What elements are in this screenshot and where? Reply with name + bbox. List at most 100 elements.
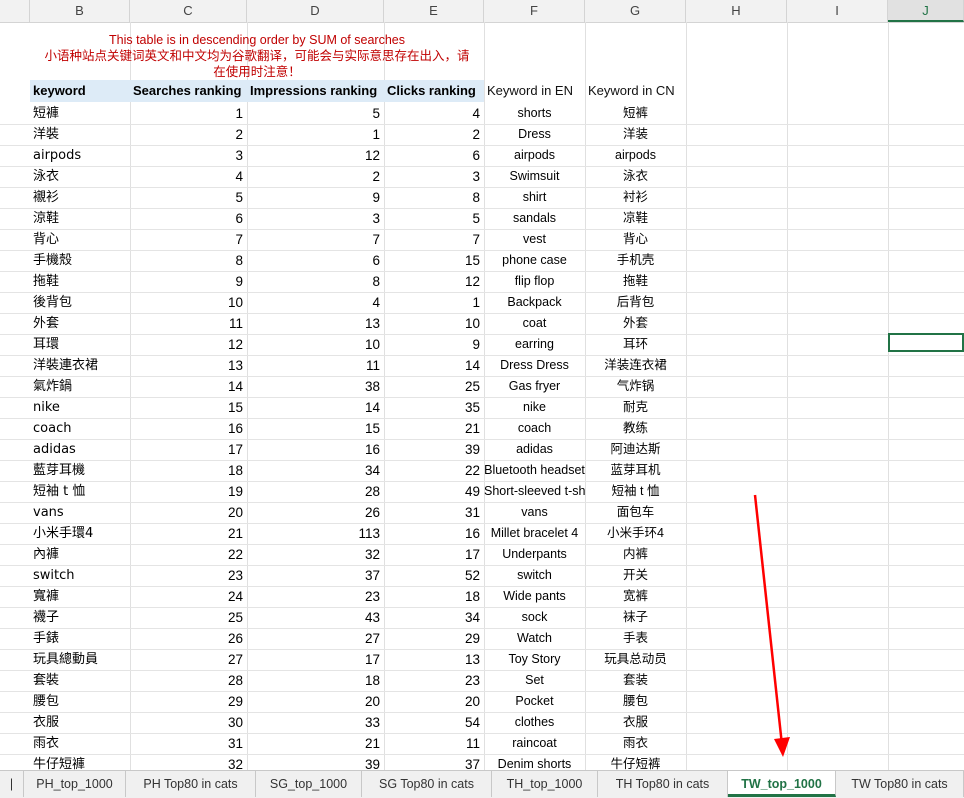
impressions-cell[interactable]: 15 (247, 418, 384, 439)
keyword-cn-cell[interactable]: 洋装 (585, 124, 686, 145)
searches-cell[interactable]: 9 (130, 271, 247, 292)
spreadsheet-grid[interactable]: B C D E F G H I J This table is in desce… (0, 0, 964, 770)
keyword-en-cell[interactable]: switch (484, 565, 585, 586)
keyword-cn-cell[interactable]: 短裤 (585, 103, 686, 124)
keyword-cell[interactable]: 拖鞋 (30, 271, 130, 292)
clicks-cell[interactable]: 29 (384, 628, 484, 649)
impressions-cell[interactable]: 1 (247, 124, 384, 145)
clicks-cell[interactable]: 21 (384, 418, 484, 439)
sheet-tab-ph-top-1000[interactable]: PH_top_1000 (24, 771, 126, 797)
keyword-cell[interactable]: 腰包 (30, 691, 130, 712)
tab-scroll-handle[interactable]: | (0, 771, 24, 797)
column-header-d[interactable]: D (247, 0, 384, 22)
searches-cell[interactable]: 32 (130, 754, 247, 770)
searches-cell[interactable]: 7 (130, 229, 247, 250)
impressions-cell[interactable]: 16 (247, 439, 384, 460)
searches-cell[interactable]: 16 (130, 418, 247, 439)
keyword-cell[interactable]: 背心 (30, 229, 130, 250)
keyword-cell[interactable]: 玩具總動員 (30, 649, 130, 670)
keyword-cell[interactable]: 套裝 (30, 670, 130, 691)
clicks-cell[interactable]: 35 (384, 397, 484, 418)
impressions-cell[interactable]: 38 (247, 376, 384, 397)
keyword-cn-cell[interactable]: 宽裤 (585, 586, 686, 607)
keyword-cn-cell[interactable]: 蓝芽耳机 (585, 460, 686, 481)
keyword-en-cell[interactable]: coach (484, 418, 585, 439)
keyword-cell[interactable]: 雨衣 (30, 733, 130, 754)
keyword-en-cell[interactable]: Millet bracelet 4 (484, 523, 585, 544)
sheet-tab-tw-top-1000[interactable]: TW_top_1000 (728, 771, 836, 797)
keyword-cell[interactable]: airpods (30, 145, 130, 166)
sheet-tab-th-top-1000[interactable]: TH_top_1000 (492, 771, 598, 797)
keyword-cell[interactable]: 泳衣 (30, 166, 130, 187)
keyword-en-cell[interactable]: Toy Story (484, 649, 585, 670)
clicks-cell[interactable]: 52 (384, 565, 484, 586)
searches-cell[interactable]: 6 (130, 208, 247, 229)
keyword-en-cell[interactable]: Dress (484, 124, 585, 145)
impressions-cell[interactable]: 33 (247, 712, 384, 733)
keyword-en-cell[interactable]: Watch (484, 628, 585, 649)
impressions-cell[interactable]: 2 (247, 166, 384, 187)
sheet-tab-th-top80[interactable]: TH Top80 in cats (598, 771, 728, 797)
keyword-cn-cell[interactable]: 耳环 (585, 334, 686, 355)
keyword-cn-cell[interactable]: 开关 (585, 565, 686, 586)
keyword-cell[interactable]: switch (30, 565, 130, 586)
keyword-en-cell[interactable]: earring (484, 334, 585, 355)
clicks-cell[interactable]: 18 (384, 586, 484, 607)
column-header-h[interactable]: H (686, 0, 787, 22)
keyword-cn-cell[interactable]: 耐克 (585, 397, 686, 418)
keyword-en-cell[interactable]: Set (484, 670, 585, 691)
keyword-cn-cell[interactable]: airpods (585, 145, 686, 166)
column-header-b[interactable]: B (30, 0, 130, 22)
impressions-cell[interactable]: 32 (247, 544, 384, 565)
searches-cell[interactable]: 24 (130, 586, 247, 607)
select-all-corner[interactable] (0, 0, 30, 22)
keyword-cell[interactable]: 氣炸鍋 (30, 376, 130, 397)
impressions-cell[interactable]: 8 (247, 271, 384, 292)
clicks-cell[interactable]: 17 (384, 544, 484, 565)
keyword-cell[interactable]: 手錶 (30, 628, 130, 649)
keyword-en-cell[interactable]: Wide pants (484, 586, 585, 607)
sheet-tab-tw-top80[interactable]: TW Top80 in cats (836, 771, 964, 797)
searches-cell[interactable]: 5 (130, 187, 247, 208)
clicks-cell[interactable]: 49 (384, 481, 484, 502)
impressions-cell[interactable]: 12 (247, 145, 384, 166)
impressions-cell[interactable]: 14 (247, 397, 384, 418)
keyword-en-cell[interactable]: sandals (484, 208, 585, 229)
impressions-cell[interactable]: 17 (247, 649, 384, 670)
impressions-cell[interactable]: 34 (247, 460, 384, 481)
searches-cell[interactable]: 13 (130, 355, 247, 376)
clicks-cell[interactable]: 14 (384, 355, 484, 376)
keyword-en-cell[interactable]: shirt (484, 187, 585, 208)
header-keyword-en[interactable]: Keyword in EN (484, 80, 585, 102)
keyword-cn-cell[interactable]: 外套 (585, 313, 686, 334)
keyword-cn-cell[interactable]: 衬衫 (585, 187, 686, 208)
keyword-cn-cell[interactable]: 教练 (585, 418, 686, 439)
keyword-en-cell[interactable]: Denim shorts (484, 754, 585, 770)
searches-cell[interactable]: 3 (130, 145, 247, 166)
keyword-en-cell[interactable]: Dress Dress (484, 355, 585, 376)
keyword-cn-cell[interactable]: 腰包 (585, 691, 686, 712)
impressions-cell[interactable]: 6 (247, 250, 384, 271)
clicks-cell[interactable]: 11 (384, 733, 484, 754)
keyword-cn-cell[interactable]: 手机壳 (585, 250, 686, 271)
clicks-cell[interactable]: 31 (384, 502, 484, 523)
keyword-cell[interactable]: 涼鞋 (30, 208, 130, 229)
keyword-cell[interactable]: 外套 (30, 313, 130, 334)
clicks-cell[interactable]: 8 (384, 187, 484, 208)
impressions-cell[interactable]: 5 (247, 103, 384, 124)
keyword-cell[interactable]: 牛仔短褲 (30, 754, 130, 770)
keyword-en-cell[interactable]: phone case (484, 250, 585, 271)
searches-cell[interactable]: 11 (130, 313, 247, 334)
sheet-tab-sg-top-1000[interactable]: SG_top_1000 (256, 771, 362, 797)
searches-cell[interactable]: 28 (130, 670, 247, 691)
keyword-cn-cell[interactable]: 玩具总动员 (585, 649, 686, 670)
clicks-cell[interactable]: 20 (384, 691, 484, 712)
keyword-en-cell[interactable]: nike (484, 397, 585, 418)
impressions-cell[interactable]: 113 (247, 523, 384, 544)
searches-cell[interactable]: 29 (130, 691, 247, 712)
impressions-cell[interactable]: 10 (247, 334, 384, 355)
impressions-cell[interactable]: 28 (247, 481, 384, 502)
impressions-cell[interactable]: 13 (247, 313, 384, 334)
keyword-en-cell[interactable]: raincoat (484, 733, 585, 754)
keyword-cn-cell[interactable]: 背心 (585, 229, 686, 250)
